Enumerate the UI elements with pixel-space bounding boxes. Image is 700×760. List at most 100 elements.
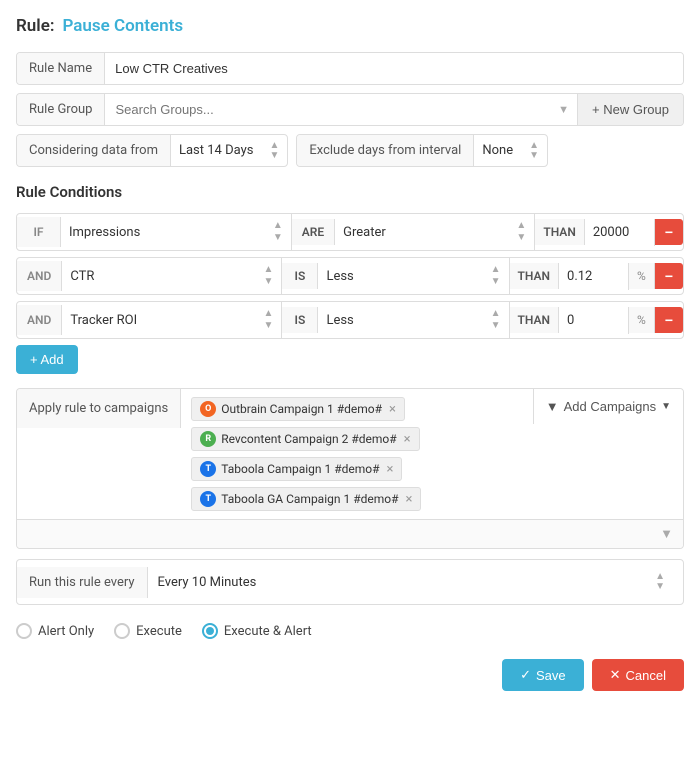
- condition-value: 0: [559, 307, 629, 334]
- remove-condition-button[interactable]: −: [655, 219, 683, 245]
- exclude-days-value: None: [474, 135, 521, 166]
- conditions-title: Rule Conditions: [16, 183, 684, 201]
- condition-unit: %: [629, 307, 655, 333]
- exclude-days-arrows[interactable]: ▲ ▼: [521, 137, 547, 165]
- data-from-arrows[interactable]: ▲ ▼: [261, 137, 287, 165]
- condition-prefix: AND: [17, 305, 62, 335]
- compare-arrows[interactable]: ▲▼: [491, 264, 501, 288]
- condition-unit: %: [629, 263, 655, 289]
- rule-title: Pause Contents: [62, 16, 183, 36]
- revcontent-icon: R: [200, 431, 216, 447]
- condition-than: THAN: [510, 307, 559, 333]
- add-campaigns-button[interactable]: ▼ Add Campaigns ▼: [533, 389, 683, 424]
- condition-compare[interactable]: Less ▲▼: [318, 258, 509, 294]
- radio-label: Alert Only: [38, 624, 94, 639]
- campaigns-label: Apply rule to campaigns: [17, 389, 181, 428]
- radio-item[interactable]: Execute & Alert: [202, 623, 312, 639]
- cancel-button[interactable]: ✕ Cancel: [592, 659, 684, 691]
- campaigns-footer: ▼: [17, 519, 683, 548]
- condition-operator: IS: [282, 263, 318, 289]
- radio-circle[interactable]: [202, 623, 218, 639]
- run-rule-value: Every 10 Minutes: [158, 575, 648, 590]
- data-from-label: Considering data from: [17, 135, 171, 166]
- data-from-segment: Considering data from Last 14 Days ▲ ▼: [16, 134, 288, 167]
- condition-operator: ARE: [292, 219, 335, 245]
- remove-condition-button[interactable]: −: [655, 307, 683, 333]
- condition-compare[interactable]: Less ▲▼: [318, 302, 509, 338]
- run-rule-arrows[interactable]: ▲ ▼: [647, 568, 673, 596]
- remove-campaign-button[interactable]: ×: [404, 432, 411, 447]
- radio-label: Execute & Alert: [224, 624, 312, 639]
- conditions-container: IF Impressions ▲▼ ARE Greater ▲▼ THAN 20…: [16, 213, 684, 339]
- campaigns-tags-area: O Outbrain Campaign 1 #demo# × R Revcont…: [181, 389, 532, 519]
- dropdown-icon: ▼: [661, 401, 671, 412]
- action-buttons: ✓ Save ✕ Cancel: [16, 659, 684, 691]
- data-from-value: Last 14 Days: [171, 135, 261, 166]
- filter-icon: ▼: [546, 399, 559, 414]
- rule-group-label: Rule Group: [17, 94, 105, 125]
- campaign-tag: O Outbrain Campaign 1 #demo# ×: [191, 397, 405, 421]
- rule-label: Rule:: [16, 16, 54, 36]
- run-rule-label: Run this rule every: [17, 567, 148, 598]
- remove-campaign-button[interactable]: ×: [389, 402, 396, 417]
- exclude-days-segment: Exclude days from interval None ▲ ▼: [296, 134, 548, 167]
- remove-campaign-button[interactable]: ×: [405, 492, 412, 507]
- condition-metric[interactable]: Impressions ▲▼: [61, 214, 292, 250]
- remove-condition-button[interactable]: −: [655, 263, 683, 289]
- condition-value: 20000: [585, 219, 655, 246]
- rule-header: Rule: Pause Contents: [16, 16, 684, 36]
- campaign-tag-name: Revcontent Campaign 2 #demo#: [221, 432, 396, 446]
- check-icon: ✓: [520, 667, 531, 683]
- campaign-tag-name: Taboola Campaign 1 #demo#: [221, 462, 379, 476]
- rule-name-input[interactable]: [105, 53, 683, 84]
- condition-row: AND Tracker ROI ▲▼ IS Less ▲▼ THAN 0 % −: [16, 301, 684, 339]
- data-from-row: Considering data from Last 14 Days ▲ ▼ E…: [16, 134, 684, 167]
- run-rule-row: Run this rule every Every 10 Minutes ▲ ▼: [16, 559, 684, 605]
- x-icon: ✕: [610, 667, 621, 683]
- taboola-icon: T: [200, 491, 216, 507]
- condition-prefix: AND: [17, 261, 62, 291]
- exclude-days-label: Exclude days from interval: [297, 135, 474, 166]
- condition-than: THAN: [535, 219, 584, 245]
- taboola-icon: T: [200, 461, 216, 477]
- radio-circle[interactable]: [114, 623, 130, 639]
- campaign-tag: T Taboola Campaign 1 #demo# ×: [191, 457, 402, 481]
- condition-than: THAN: [510, 263, 559, 289]
- chevron-down-icon[interactable]: ▼: [550, 95, 577, 124]
- rule-group-search[interactable]: [105, 94, 550, 125]
- run-rule-select-area: Every 10 Minutes ▲ ▼: [148, 560, 683, 604]
- compare-arrows[interactable]: ▲▼: [516, 220, 526, 244]
- chevron-down-campaigns-icon[interactable]: ▼: [660, 526, 673, 542]
- execution-options: Alert Only Execute Execute & Alert: [16, 619, 684, 643]
- new-group-button[interactable]: + New Group: [577, 94, 683, 125]
- campaign-tag-name: Outbrain Campaign 1 #demo#: [221, 402, 382, 416]
- rule-name-row: Rule Name: [16, 52, 684, 85]
- campaign-tag: T Taboola GA Campaign 1 #demo# ×: [191, 487, 421, 511]
- save-button[interactable]: ✓ Save: [502, 659, 584, 691]
- metric-arrows[interactable]: ▲▼: [264, 308, 274, 332]
- metric-arrows[interactable]: ▲▼: [264, 264, 274, 288]
- rule-name-label: Rule Name: [17, 53, 105, 84]
- campaign-tag-name: Taboola GA Campaign 1 #demo#: [221, 492, 398, 506]
- condition-row: IF Impressions ▲▼ ARE Greater ▲▼ THAN 20…: [16, 213, 684, 251]
- add-condition-button[interactable]: + Add: [16, 345, 78, 374]
- condition-prefix: IF: [17, 217, 61, 247]
- outbrain-icon: O: [200, 401, 216, 417]
- remove-campaign-button[interactable]: ×: [387, 462, 394, 477]
- condition-row: AND CTR ▲▼ IS Less ▲▼ THAN 0.12 % −: [16, 257, 684, 295]
- radio-item[interactable]: Alert Only: [16, 623, 94, 639]
- condition-value: 0.12: [559, 263, 629, 290]
- condition-metric[interactable]: Tracker ROI ▲▼: [62, 302, 282, 338]
- campaign-tag: R Revcontent Campaign 2 #demo# ×: [191, 427, 419, 451]
- radio-circle[interactable]: [16, 623, 32, 639]
- rule-group-row: Rule Group ▼ + New Group: [16, 93, 684, 126]
- radio-label: Execute: [136, 624, 182, 639]
- metric-arrows[interactable]: ▲▼: [273, 220, 283, 244]
- radio-item[interactable]: Execute: [114, 623, 182, 639]
- condition-operator: IS: [282, 307, 318, 333]
- campaigns-header: Apply rule to campaigns O Outbrain Campa…: [17, 389, 683, 519]
- condition-metric[interactable]: CTR ▲▼: [62, 258, 282, 294]
- campaigns-section: Apply rule to campaigns O Outbrain Campa…: [16, 388, 684, 549]
- compare-arrows[interactable]: ▲▼: [491, 308, 501, 332]
- condition-compare[interactable]: Greater ▲▼: [335, 214, 535, 250]
